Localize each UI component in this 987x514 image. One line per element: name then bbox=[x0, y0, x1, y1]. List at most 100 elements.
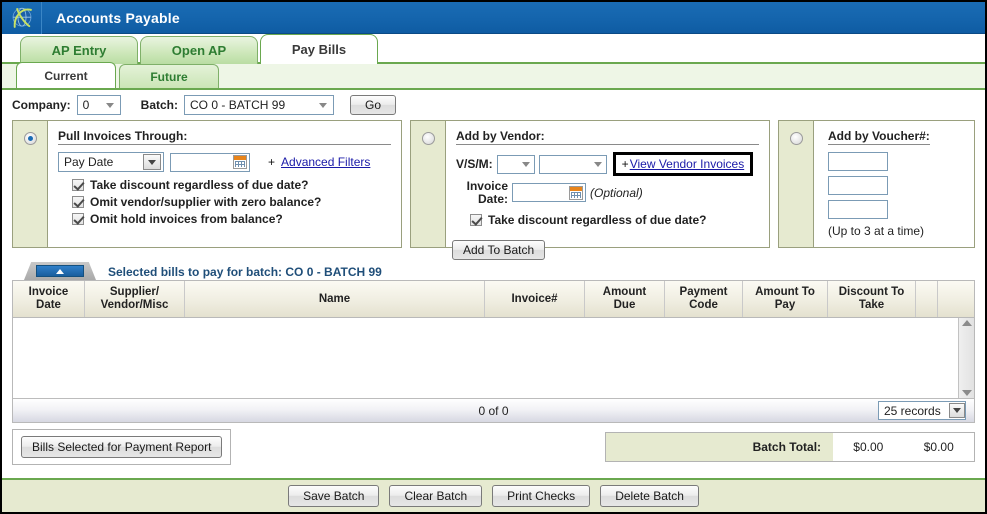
pull-checkbox-row-1: Omit vendor/supplier with zero balance? bbox=[72, 195, 391, 209]
subtab-future[interactable]: Future bbox=[119, 64, 219, 88]
add-by-voucher-radio[interactable] bbox=[789, 132, 803, 145]
record-count-text: 0 of 0 bbox=[478, 403, 509, 418]
invoice-date-row: Invoice Date: (Optional) bbox=[456, 180, 759, 205]
col-invoice-number[interactable]: Invoice# bbox=[485, 281, 585, 318]
tab-ap-entry-label: AP Entry bbox=[51, 43, 107, 58]
caret-up-icon bbox=[56, 268, 64, 274]
chevron-down-icon bbox=[953, 408, 961, 414]
batch-total-label: Batch Total: bbox=[606, 433, 834, 462]
vsm-row: V/S/M: + View Vendor Invoices bbox=[456, 152, 759, 176]
clear-batch-button[interactable]: Clear Batch bbox=[389, 485, 483, 507]
add-by-vendor-radio[interactable] bbox=[421, 132, 435, 145]
collapse-tab bbox=[24, 262, 96, 280]
advanced-filters-plus: + bbox=[268, 155, 276, 169]
company-select[interactable]: 0 bbox=[76, 95, 121, 115]
vendor-take-discount-checkbox[interactable] bbox=[470, 214, 482, 227]
chevron-down-icon bbox=[148, 159, 156, 165]
pull-invoices-body: Pull Invoices Through: Pay Date + Advanc… bbox=[47, 121, 401, 247]
pull-invoices-panel: Pull Invoices Through: Pay Date + Advanc… bbox=[12, 120, 402, 248]
batch-label: Batch: bbox=[140, 98, 179, 112]
scroll-up-arrow-icon[interactable] bbox=[961, 320, 972, 327]
save-batch-button[interactable]: Save Batch bbox=[288, 485, 380, 507]
company-batch-toolbar: Company: 0 Batch: CO 0 - BATCH 99 Go bbox=[2, 90, 985, 120]
go-button[interactable]: Go bbox=[350, 95, 397, 115]
col-amount-due[interactable]: Amount Due bbox=[585, 281, 665, 318]
voucher-note: (Up to 3 at a time) bbox=[828, 224, 925, 238]
grid-rows-area bbox=[13, 318, 958, 398]
vendor-take-discount-label: Take discount regardless of due date? bbox=[488, 213, 707, 228]
calendar-icon[interactable] bbox=[569, 185, 583, 200]
vsm-value-select[interactable] bbox=[538, 154, 607, 174]
grid-footer: 0 of 0 25 records bbox=[13, 398, 974, 423]
tab-open-ap[interactable]: Open AP bbox=[140, 36, 258, 64]
voucher-input-1[interactable] bbox=[828, 152, 888, 171]
take-discount-label: Take discount regardless of due date? bbox=[90, 178, 309, 192]
col-amount-to-pay[interactable]: Amount To Pay bbox=[743, 281, 828, 318]
bills-selected-report-button[interactable]: Bills Selected for Payment Report bbox=[21, 436, 223, 459]
accounts-payable-window: Accounts Payable AP Entry Open AP Pay Bi… bbox=[0, 0, 987, 514]
col-discount-to-take[interactable]: Discount To Take bbox=[828, 281, 916, 318]
vsm-label: V/S/M: bbox=[456, 157, 493, 171]
col-payment-code[interactable]: Payment Code bbox=[665, 281, 743, 318]
subtab-current-label: Current bbox=[44, 68, 88, 83]
advanced-filters-link[interactable]: Advanced Filters bbox=[281, 155, 370, 169]
invoice-date-label: Invoice Date: bbox=[456, 180, 508, 205]
subtab-future-label: Future bbox=[150, 69, 188, 84]
add-by-voucher-panel: Add by Voucher#: (Up to 3 at a time) bbox=[778, 120, 975, 248]
delete-batch-button[interactable]: Delete Batch bbox=[600, 485, 699, 507]
scroll-down-arrow-icon[interactable] bbox=[961, 390, 972, 397]
records-dropdown-button[interactable] bbox=[949, 403, 965, 419]
invoice-date-optional-note: (Optional) bbox=[590, 185, 643, 200]
globe-swoosh-logo-icon bbox=[12, 7, 32, 28]
date-type-dropdown-button[interactable] bbox=[143, 154, 161, 170]
view-vendor-invoices-link[interactable]: View Vendor Invoices bbox=[630, 157, 745, 171]
tab-pay-bills[interactable]: Pay Bills bbox=[260, 34, 378, 64]
add-by-vendor-body: Add by Vendor: V/S/M: + View Vendor Invo… bbox=[445, 121, 769, 247]
title-bar: Accounts Payable bbox=[2, 2, 985, 34]
add-to-batch-button[interactable]: Add To Batch bbox=[452, 240, 546, 260]
add-by-voucher-title: Add by Voucher#: bbox=[828, 129, 930, 145]
print-checks-button[interactable]: Print Checks bbox=[492, 485, 591, 507]
invoice-date-input[interactable] bbox=[512, 183, 586, 203]
col-supplier-vendor[interactable]: Supplier/Vendor/Misc bbox=[85, 281, 185, 318]
omit-hold-invoices-checkbox[interactable] bbox=[72, 213, 84, 225]
omit-zero-balance-label: Omit vendor/supplier with zero balance? bbox=[90, 195, 322, 209]
calendar-icon[interactable] bbox=[233, 155, 247, 169]
voucher-input-2[interactable] bbox=[828, 176, 888, 195]
pull-invoices-radio[interactable] bbox=[23, 132, 37, 145]
date-type-value: Pay Date bbox=[64, 155, 114, 169]
chevron-down-icon bbox=[521, 161, 530, 167]
batch-total-box: Batch Total: $0.00 $0.00 bbox=[605, 432, 975, 463]
tab-ap-entry[interactable]: AP Entry bbox=[20, 36, 138, 64]
records-per-page-value: 25 records bbox=[884, 403, 941, 418]
company-select-value: 0 bbox=[82, 98, 90, 112]
collapse-toggle-button[interactable] bbox=[36, 265, 84, 277]
col-name[interactable]: Name bbox=[185, 281, 485, 318]
records-per-page-select[interactable]: 25 records bbox=[878, 401, 966, 421]
vendor-checkbox-row: Take discount regardless of due date? bbox=[470, 213, 759, 227]
batch-select[interactable]: CO 0 - BATCH 99 bbox=[184, 95, 335, 115]
col-invoice-date[interactable]: Invoice Date bbox=[13, 281, 85, 318]
date-type-select[interactable]: Pay Date bbox=[58, 152, 164, 172]
add-by-voucher-radio-col bbox=[779, 121, 813, 247]
vsm-type-select[interactable] bbox=[496, 154, 535, 174]
chevron-down-icon bbox=[105, 102, 114, 108]
pull-invoices-title: Pull Invoices Through: bbox=[58, 129, 391, 145]
add-by-voucher-body: Add by Voucher#: (Up to 3 at a time) bbox=[813, 121, 974, 247]
criteria-panels: Pull Invoices Through: Pay Date + Advanc… bbox=[2, 120, 985, 248]
pull-date-input[interactable] bbox=[170, 152, 250, 172]
window-title: Accounts Payable bbox=[56, 9, 180, 26]
grid-vertical-scrollbar[interactable] bbox=[958, 318, 974, 399]
add-by-vendor-radio-col bbox=[411, 121, 445, 247]
omit-zero-balance-checkbox[interactable] bbox=[72, 196, 84, 208]
voucher-input-3[interactable] bbox=[828, 200, 888, 219]
take-discount-checkbox[interactable] bbox=[72, 179, 84, 191]
col-spacer-1 bbox=[916, 281, 938, 318]
batch-select-value: CO 0 - BATCH 99 bbox=[190, 98, 286, 112]
primary-tab-strip: AP Entry Open AP Pay Bills bbox=[2, 34, 985, 64]
invoice-date-label-line1: Invoice bbox=[466, 179, 508, 193]
subtab-current[interactable]: Current bbox=[16, 62, 116, 88]
selected-bills-bar: Selected bills to pay for batch: CO 0 - … bbox=[12, 240, 975, 280]
selected-bills-title: Selected bills to pay for batch: CO 0 - … bbox=[108, 265, 382, 279]
tab-open-ap-label: Open AP bbox=[171, 43, 227, 58]
